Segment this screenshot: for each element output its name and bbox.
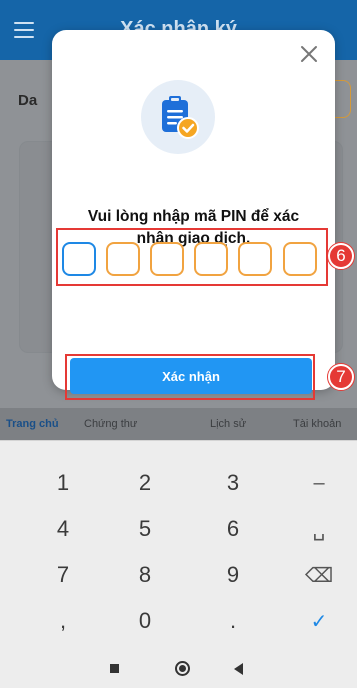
key-6[interactable]: 6 [198,506,268,552]
key-backspace[interactable]: ⌫ [284,552,354,598]
back-icon[interactable] [234,663,243,675]
key-minus[interactable]: – [284,460,354,506]
tab-history[interactable]: Lịch sử [210,418,246,430]
bottom-tab-bar: Trang chủ Chứng thư Lịch sử Tài khoản [0,408,357,440]
background-label: Da [18,92,38,109]
key-1[interactable]: 1 [28,460,98,506]
key-space[interactable]: ␣ [284,506,354,552]
home-icon[interactable] [175,661,190,676]
confirm-button[interactable]: Xác nhận [70,358,312,394]
key-2[interactable]: 2 [110,460,180,506]
key-0[interactable]: 0 [110,598,180,644]
tab-certificates[interactable]: Chứng thư [84,418,137,430]
pin-digit-4[interactable] [194,242,228,276]
key-5[interactable]: 5 [110,506,180,552]
key-done[interactable]: ✓ [284,598,354,644]
pin-digit-1[interactable] [62,242,96,276]
step-badge-confirm: 7 [328,364,354,390]
key-7[interactable]: 7 [28,552,98,598]
key-period[interactable]: . [198,598,268,644]
pin-digit-2[interactable] [106,242,140,276]
numeric-keyboard: 1 2 3 – 4 5 6 ␣ 7 8 9 ⌫ , 0 . ✓ [0,440,357,652]
pin-dialog: Vui lòng nhập mã PIN để xác nhận giao dị… [52,30,335,390]
pin-digit-3[interactable] [150,242,184,276]
key-3[interactable]: 3 [198,460,268,506]
key-9[interactable]: 9 [198,552,268,598]
key-4[interactable]: 4 [28,506,98,552]
tab-account[interactable]: Tài khoản [293,418,341,430]
clipboard-check-icon [141,80,215,154]
system-nav-bar [0,652,357,688]
pin-digit-6[interactable] [283,242,317,276]
recents-icon[interactable] [110,664,119,673]
key-comma[interactable]: , [28,598,98,644]
pin-prompt-line1: Vui lòng nhập mã PIN để xác [87,208,300,225]
pin-digit-5[interactable] [238,242,272,276]
key-8[interactable]: 8 [110,552,180,598]
close-icon[interactable] [297,42,321,66]
step-badge-pin: 6 [328,243,354,269]
tab-home[interactable]: Trang chủ [6,418,59,430]
